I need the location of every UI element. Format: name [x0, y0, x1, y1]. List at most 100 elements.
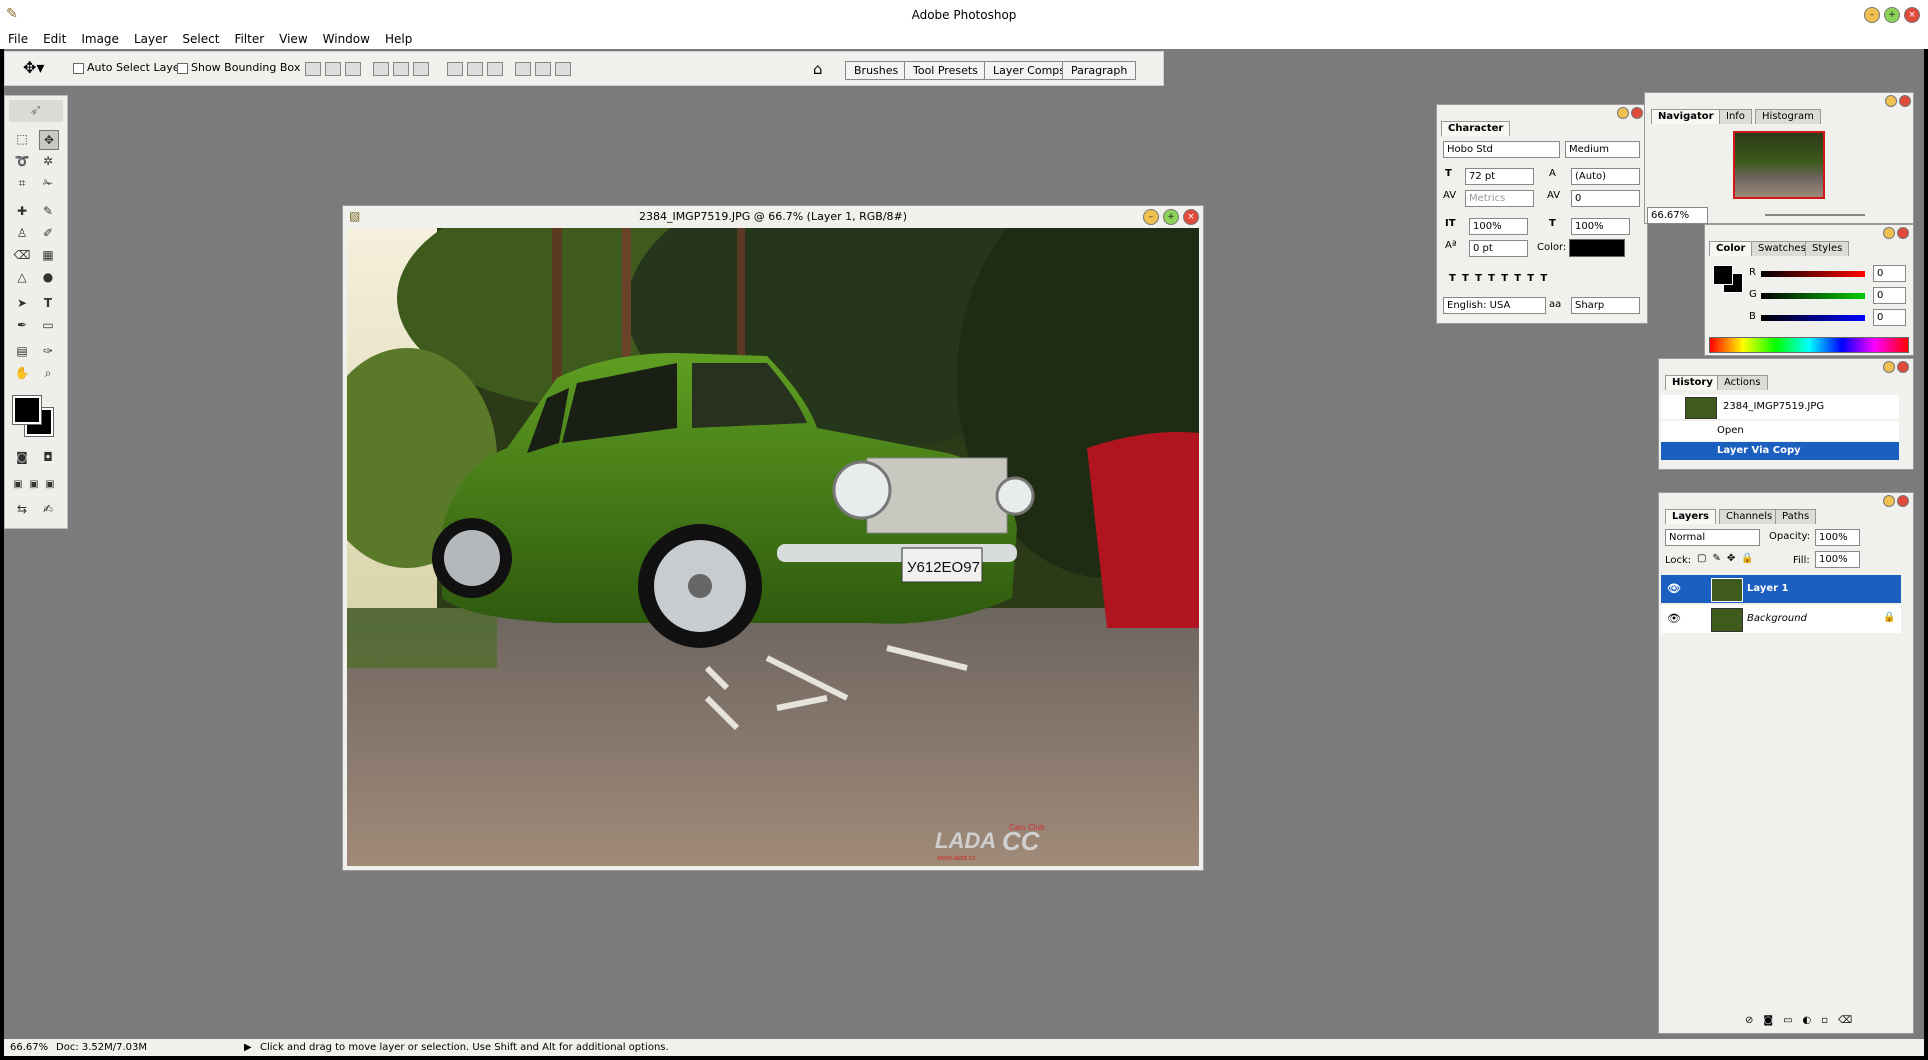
show-bounding-box-checkbox[interactable]: Show Bounding Box: [177, 61, 300, 74]
tab-channels[interactable]: Channels: [1719, 509, 1780, 524]
magic-wand-tool-icon[interactable]: ✲: [39, 152, 57, 170]
menu-window[interactable]: Window: [315, 30, 377, 46]
tab-histogram[interactable]: Histogram: [1755, 109, 1821, 124]
blur-tool-icon[interactable]: △: [13, 268, 31, 286]
distribute-hcenter-icon[interactable]: [535, 62, 551, 76]
move-tool-icon[interactable]: ✥: [39, 130, 59, 150]
text-color-swatch[interactable]: [1569, 239, 1625, 257]
navigator-thumbnail[interactable]: [1733, 131, 1825, 199]
tab-actions[interactable]: Actions: [1717, 375, 1768, 390]
lasso-tool-icon[interactable]: ➰: [13, 152, 31, 170]
crop-tool-icon[interactable]: ⌗: [13, 174, 31, 192]
distribute-bottom-icon[interactable]: [487, 62, 503, 76]
slice-tool-icon[interactable]: ✁: [39, 174, 57, 192]
menu-layer[interactable]: Layer: [126, 30, 174, 46]
navigator-minimize-icon[interactable]: [1885, 95, 1897, 107]
screen-mode-full-icon[interactable]: ▣: [41, 476, 59, 494]
lock-icons[interactable]: ▢✎✥🔒: [1697, 553, 1760, 564]
tab-navigator[interactable]: Navigator: [1651, 109, 1721, 124]
doc-maximize-icon[interactable]: +: [1163, 209, 1179, 225]
maximize-icon[interactable]: +: [1884, 7, 1900, 23]
path-selection-icon[interactable]: ➤: [13, 294, 31, 312]
history-close-icon[interactable]: [1897, 361, 1909, 373]
horizontal-scale-field[interactable]: 100%: [1571, 218, 1630, 235]
imageready-icon[interactable]: ✍: [39, 500, 57, 518]
hand-tool-icon[interactable]: ✋: [13, 364, 31, 382]
menu-edit[interactable]: Edit: [35, 30, 73, 46]
layers-close-icon[interactable]: [1897, 495, 1909, 507]
g-slider[interactable]: [1761, 293, 1865, 299]
history-step-open[interactable]: Open: [1661, 421, 1899, 441]
menu-select[interactable]: Select: [174, 30, 226, 46]
r-field[interactable]: 0: [1873, 265, 1906, 282]
color-close-icon[interactable]: [1897, 227, 1909, 239]
font-family-select[interactable]: Hobo Std: [1443, 141, 1560, 158]
eyedropper-tool-icon[interactable]: ✑: [39, 342, 57, 360]
layers-minimize-icon[interactable]: [1883, 495, 1895, 507]
dodge-tool-icon[interactable]: ●: [39, 268, 57, 286]
navigator-zoom-slider[interactable]: [1765, 214, 1865, 216]
antialias-select[interactable]: Sharp: [1571, 297, 1640, 314]
blend-mode-select[interactable]: Normal: [1665, 529, 1760, 546]
type-tool-icon[interactable]: T: [39, 294, 57, 312]
layer-row-background[interactable]: 👁 Background 🔒: [1661, 605, 1901, 633]
history-minimize-icon[interactable]: [1883, 361, 1895, 373]
distribute-top-icon[interactable]: [447, 62, 463, 76]
minimize-icon[interactable]: –: [1864, 7, 1880, 23]
close-icon[interactable]: ×: [1904, 7, 1920, 23]
tab-color[interactable]: Color: [1709, 241, 1753, 256]
clone-stamp-icon[interactable]: ♙: [13, 224, 31, 242]
auto-select-layer-checkbox[interactable]: Auto Select Layer: [73, 61, 184, 74]
align-hcenter-icon[interactable]: [393, 62, 409, 76]
leading-field[interactable]: (Auto): [1571, 168, 1640, 185]
doc-close-icon[interactable]: ×: [1183, 209, 1199, 225]
tab-swatches[interactable]: Swatches: [1751, 241, 1813, 256]
history-brush-icon[interactable]: ✐: [39, 224, 57, 242]
vertical-scale-field[interactable]: 100%: [1469, 218, 1528, 235]
g-field[interactable]: 0: [1873, 287, 1906, 304]
b-field[interactable]: 0: [1873, 309, 1906, 326]
layer-name[interactable]: Layer 1: [1747, 583, 1788, 594]
faux-style-buttons[interactable]: TTTTTTTT: [1449, 273, 1553, 284]
jump-to-imageready-icon[interactable]: ⇆: [13, 500, 31, 518]
distribute-left-icon[interactable]: [515, 62, 531, 76]
character-close-icon[interactable]: [1631, 107, 1643, 119]
status-zoom[interactable]: 66.67%: [10, 1039, 48, 1056]
visibility-eye-icon[interactable]: 👁: [1667, 612, 1681, 625]
language-select[interactable]: English: USA: [1443, 297, 1546, 314]
color-minimize-icon[interactable]: [1883, 227, 1895, 239]
r-slider[interactable]: [1761, 271, 1865, 277]
well-tab-layer-comps[interactable]: Layer Comps: [984, 61, 1075, 80]
move-tool-preset-icon[interactable]: ✥▾: [23, 58, 44, 77]
tab-styles[interactable]: Styles: [1805, 241, 1850, 256]
file-browser-icon[interactable]: ⌂: [813, 60, 823, 78]
well-tab-brushes[interactable]: Brushes: [845, 61, 908, 80]
gradient-tool-icon[interactable]: ▦: [39, 246, 57, 264]
document-canvas[interactable]: У612ЕО97 LADA CC Cars Club www.lada.cc: [347, 228, 1199, 866]
align-vcenter-icon[interactable]: [325, 62, 341, 76]
align-top-icon[interactable]: [305, 62, 321, 76]
navigator-zoom-field[interactable]: 66.67%: [1647, 207, 1708, 224]
fill-field[interactable]: 100%: [1815, 551, 1860, 568]
tab-layers[interactable]: Layers: [1665, 509, 1716, 524]
tab-character[interactable]: Character: [1441, 121, 1511, 136]
layers-footer-icons[interactable]: ⊘◙▭◐▫⌫: [1745, 1015, 1862, 1026]
layer-row-layer-1[interactable]: 👁 Layer 1: [1661, 575, 1901, 603]
healing-brush-icon[interactable]: ✚: [13, 202, 31, 220]
menu-file[interactable]: File: [0, 30, 35, 46]
zoom-tool-icon[interactable]: ⌕: [39, 364, 57, 382]
opacity-field[interactable]: 100%: [1815, 529, 1860, 546]
tracking-field[interactable]: 0: [1571, 190, 1640, 207]
shape-tool-icon[interactable]: ▭: [39, 316, 57, 334]
color-fg-swatch[interactable]: [1713, 265, 1733, 285]
b-slider[interactable]: [1761, 315, 1865, 321]
menu-image[interactable]: Image: [73, 30, 126, 46]
foreground-color-swatch[interactable]: [12, 395, 42, 425]
font-size-field[interactable]: 72 pt: [1465, 168, 1534, 185]
doc-minimize-icon[interactable]: –: [1143, 209, 1159, 225]
character-minimize-icon[interactable]: [1617, 107, 1629, 119]
menu-filter[interactable]: Filter: [226, 30, 271, 46]
status-arrow-icon[interactable]: ▶: [244, 1039, 252, 1056]
well-tab-paragraph[interactable]: Paragraph: [1062, 61, 1137, 80]
distribute-right-icon[interactable]: [555, 62, 571, 76]
